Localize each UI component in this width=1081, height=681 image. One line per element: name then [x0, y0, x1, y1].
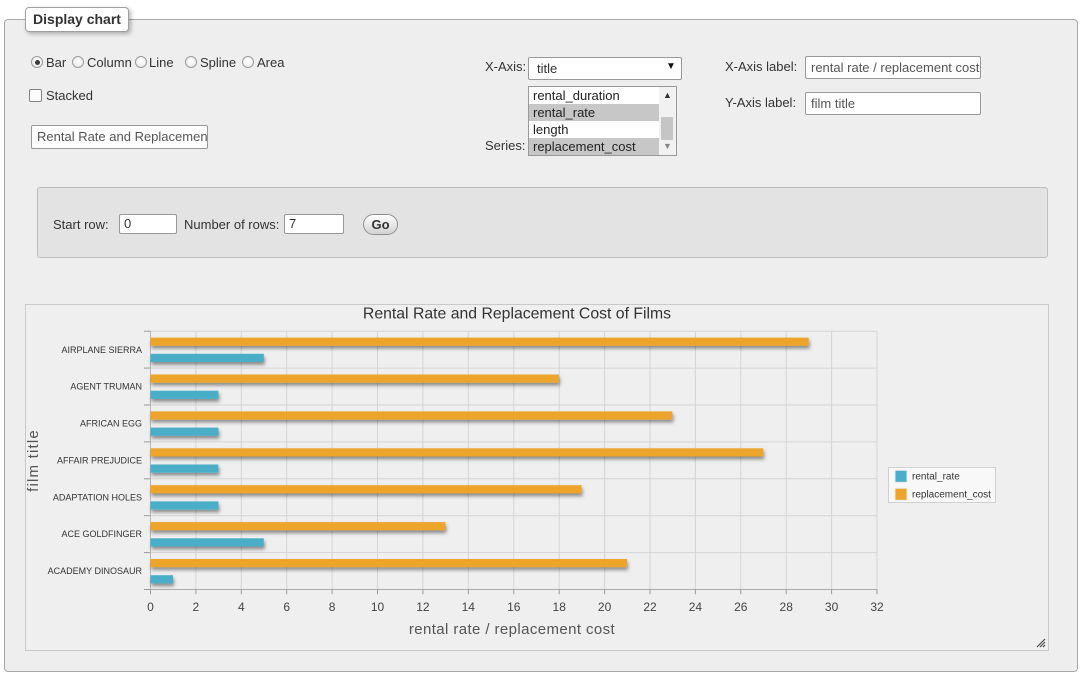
svg-text:rental rate / replacement cost: rental rate / replacement cost	[409, 621, 616, 638]
svg-text:0: 0	[147, 600, 154, 614]
svg-text:ACADEMY DINOSAUR: ACADEMY DINOSAUR	[48, 566, 143, 576]
svg-text:28: 28	[780, 600, 794, 614]
svg-text:film title: film title	[26, 429, 42, 492]
svg-text:replacement_cost: replacement_cost	[912, 490, 991, 501]
svg-text:14: 14	[462, 600, 476, 614]
svg-text:24: 24	[689, 600, 703, 614]
svg-text:ACE GOLDFINGER: ACE GOLDFINGER	[61, 529, 142, 539]
svg-text:16: 16	[507, 600, 521, 614]
svg-text:Rental Rate and Replacement Co: Rental Rate and Replacement Cost of Film…	[363, 306, 671, 323]
svg-text:AFFAIR PREJUDICE: AFFAIR PREJUDICE	[57, 455, 142, 465]
svg-text:2: 2	[193, 600, 200, 614]
svg-text:6: 6	[283, 600, 290, 614]
svg-text:10: 10	[371, 600, 385, 614]
svg-text:rental_rate: rental_rate	[912, 472, 960, 483]
svg-text:ADAPTATION HOLES: ADAPTATION HOLES	[53, 492, 142, 502]
svg-text:32: 32	[870, 600, 884, 614]
svg-text:12: 12	[416, 600, 430, 614]
svg-text:26: 26	[734, 600, 748, 614]
svg-text:4: 4	[238, 600, 245, 614]
svg-text:AFRICAN EGG: AFRICAN EGG	[80, 419, 142, 429]
svg-text:30: 30	[825, 600, 839, 614]
svg-text:AIRPLANE SIERRA: AIRPLANE SIERRA	[61, 345, 142, 355]
svg-text:8: 8	[329, 600, 336, 614]
svg-text:18: 18	[553, 600, 567, 614]
svg-text:AGENT TRUMAN: AGENT TRUMAN	[70, 382, 142, 392]
svg-text:20: 20	[598, 600, 612, 614]
svg-text:22: 22	[643, 600, 657, 614]
